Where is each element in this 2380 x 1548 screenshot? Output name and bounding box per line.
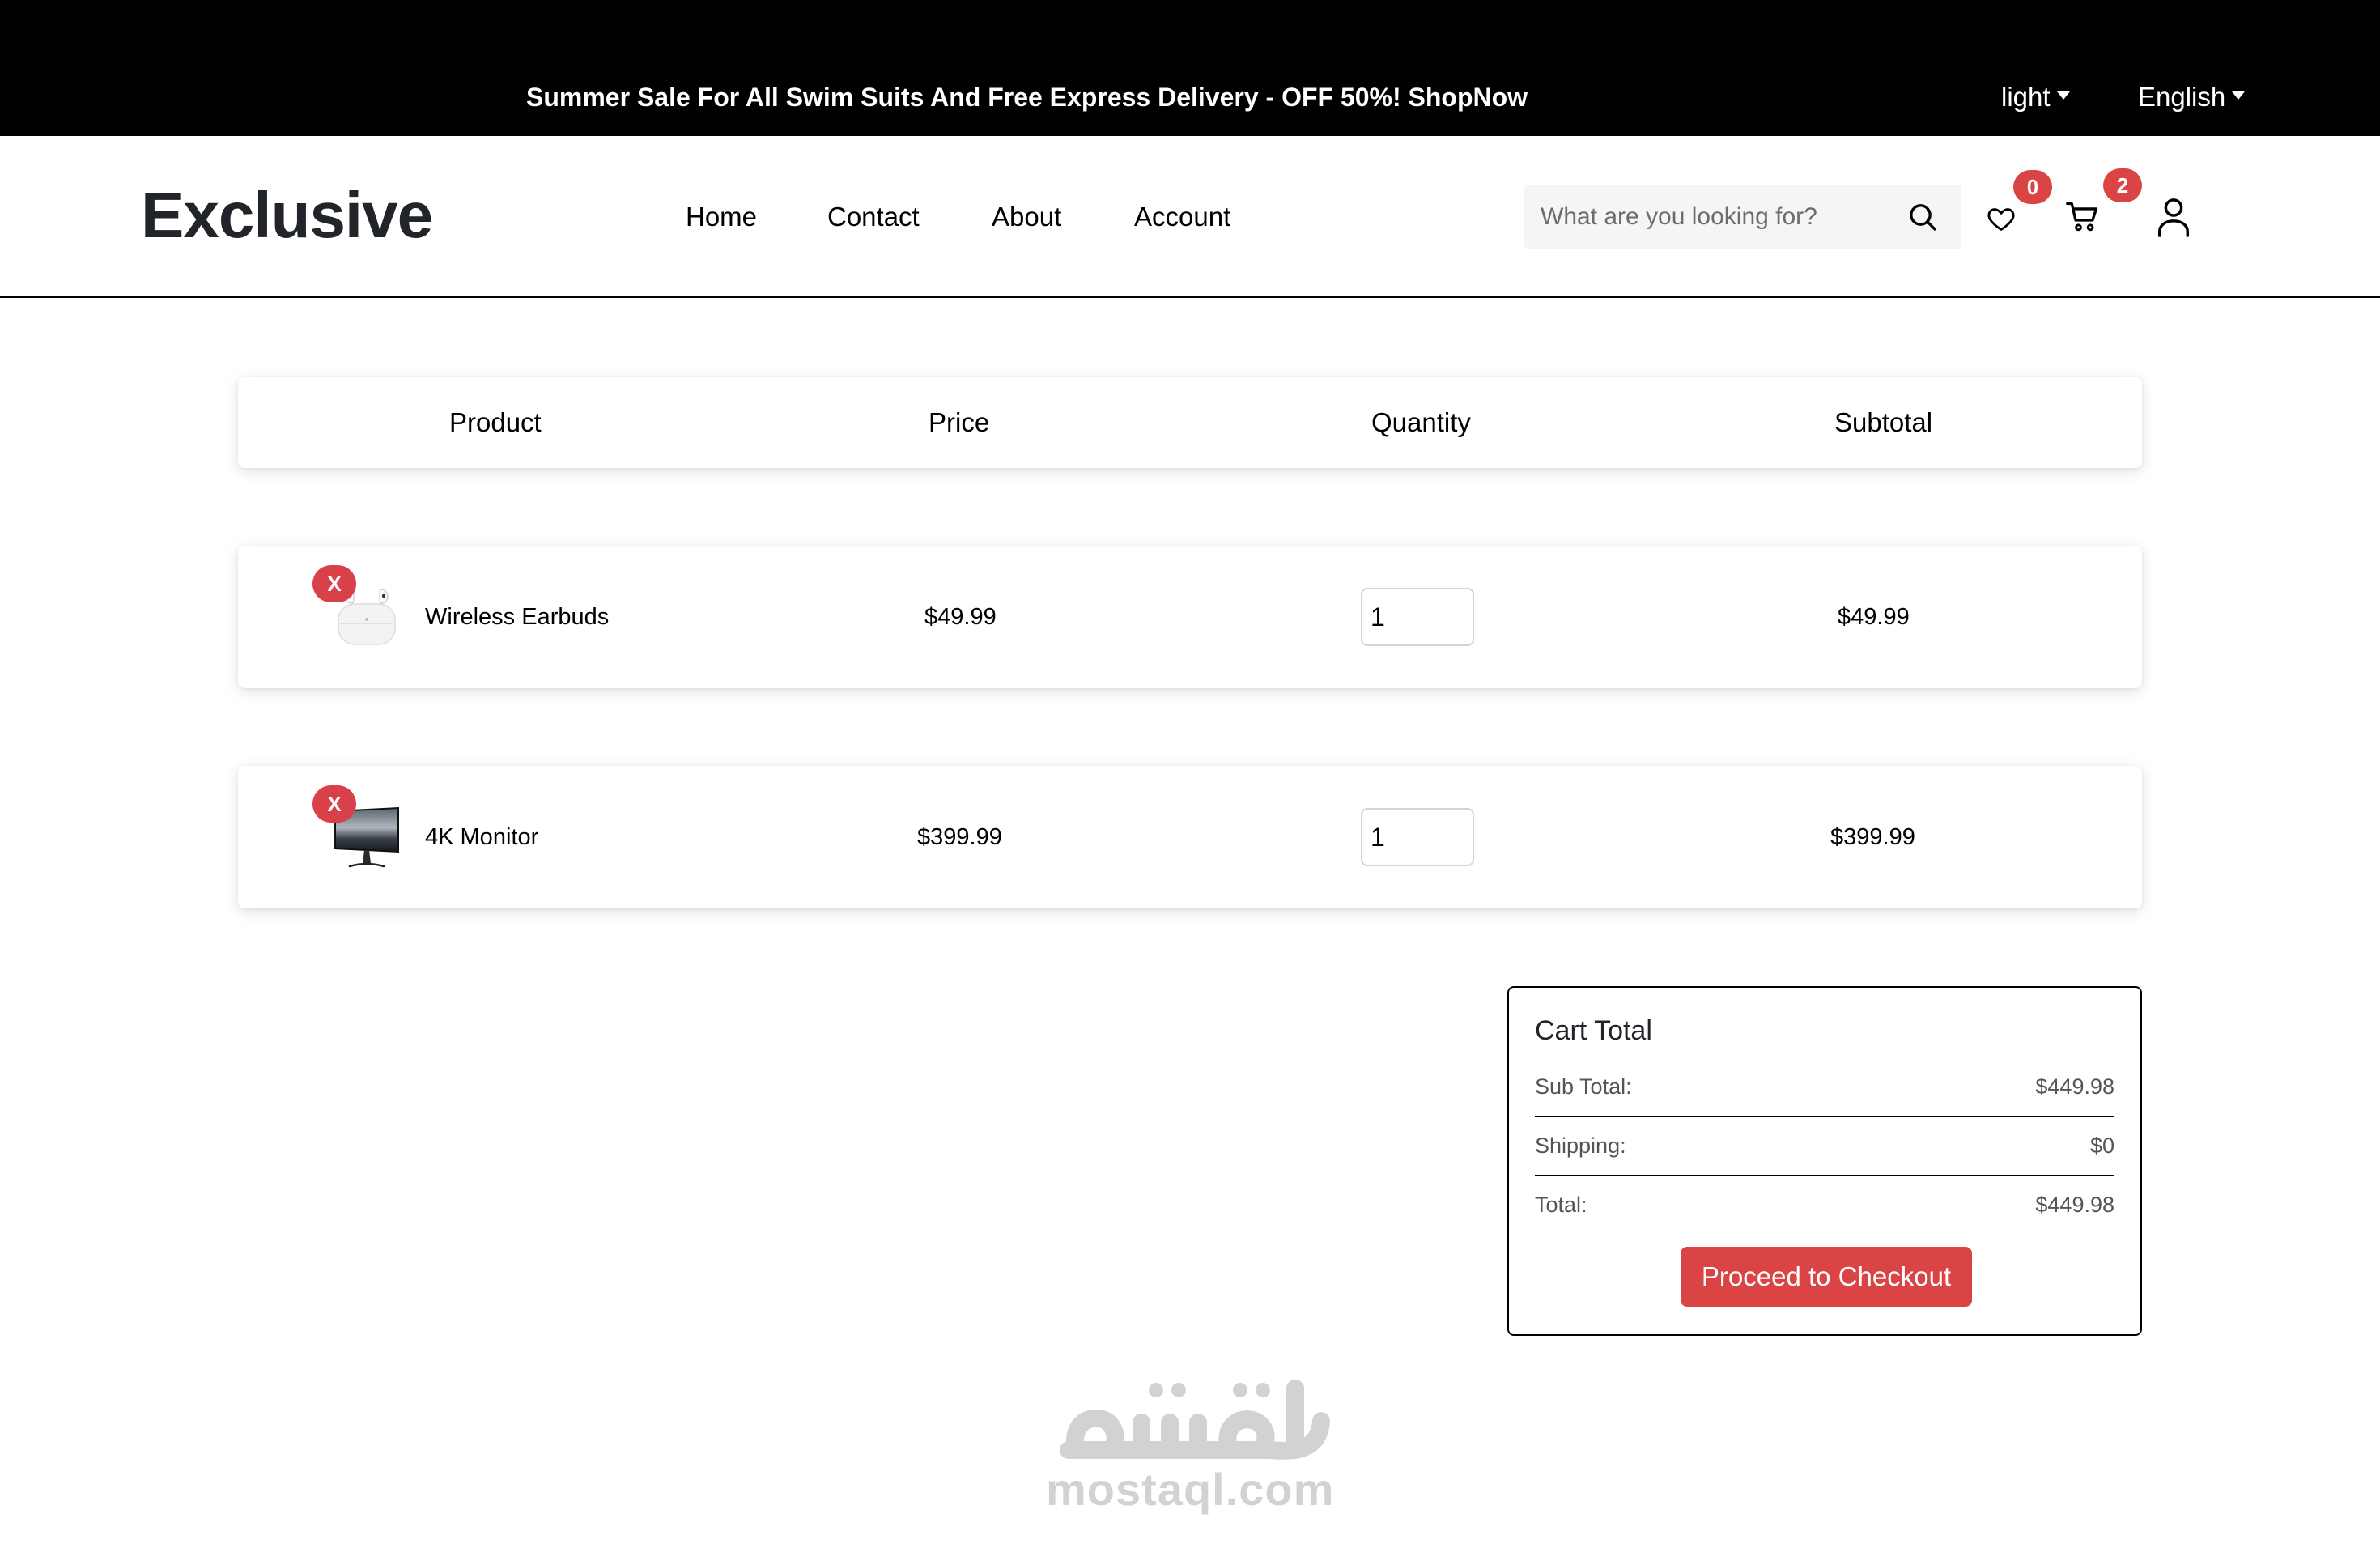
column-quantity: Quantity bbox=[1371, 407, 1471, 437]
divider bbox=[1535, 1175, 2114, 1176]
user-icon bbox=[2157, 198, 2190, 237]
remove-item-button[interactable]: X bbox=[312, 565, 356, 602]
remove-item-button[interactable]: X bbox=[312, 785, 356, 823]
column-product: Product bbox=[449, 407, 542, 437]
subtotal-row: Sub Total: $449.98 bbox=[1535, 1070, 2114, 1103]
total-row: Total: $449.98 bbox=[1535, 1189, 2114, 1221]
column-subtotal: Subtotal bbox=[1834, 407, 1933, 437]
search-box bbox=[1524, 185, 1961, 249]
promo-text[interactable]: Summer Sale For All Swim Suits And Free … bbox=[526, 78, 1528, 117]
cart-button[interactable] bbox=[2059, 193, 2107, 241]
nav-contact[interactable]: Contact bbox=[827, 199, 920, 235]
cart-count-badge: 2 bbox=[2103, 168, 2142, 202]
quantity-input[interactable] bbox=[1361, 808, 1474, 866]
theme-dropdown[interactable]: light bbox=[2001, 78, 2070, 117]
site-header: Exclusive Home Contact About Account 0 2 bbox=[0, 136, 2380, 298]
divider bbox=[1535, 1116, 2114, 1117]
account-button[interactable] bbox=[2149, 193, 2198, 241]
column-price: Price bbox=[929, 407, 990, 437]
announcement-bar: Summer Sale For All Swim Suits And Free … bbox=[0, 0, 2380, 136]
wishlist-button[interactable] bbox=[1977, 194, 2025, 243]
subtotal-value: $449.98 bbox=[2035, 1074, 2114, 1099]
watermark-text: mostaql.com bbox=[1046, 1464, 1335, 1515]
shipping-value: $0 bbox=[2089, 1133, 2114, 1158]
caret-down-icon bbox=[2056, 91, 2070, 100]
cart-icon bbox=[2066, 202, 2098, 232]
product-price: $399.99 bbox=[917, 824, 1002, 850]
product-price: $49.99 bbox=[924, 604, 997, 630]
nav-account[interactable]: Account bbox=[1134, 199, 1230, 235]
product-subtotal: $399.99 bbox=[1830, 824, 1915, 850]
total-label: Total: bbox=[1535, 1193, 1587, 1217]
wishlist-count-badge: 0 bbox=[2013, 170, 2052, 204]
cart-row: X 4K Monitor $399.99 $399.99 bbox=[238, 766, 2142, 908]
cart-total-title: Cart Total bbox=[1535, 1015, 1652, 1046]
product-subtotal: $49.99 bbox=[1838, 604, 1910, 630]
cart-total-panel: Cart Total Sub Total: $449.98 Shipping: … bbox=[1507, 986, 2142, 1336]
watermark-arabic-logo bbox=[1060, 1380, 1330, 1460]
cart-row: X Wireless Earbuds $49.99 $49.99 bbox=[238, 546, 2142, 688]
language-label: English bbox=[2138, 82, 2226, 112]
nav-about[interactable]: About bbox=[992, 199, 1061, 235]
cart-table-header: Product Price Quantity Subtotal bbox=[238, 377, 2142, 468]
heart-icon bbox=[1987, 208, 2015, 231]
watermark-logo: mostaql.com bbox=[1028, 1372, 1352, 1526]
logo[interactable]: Exclusive bbox=[141, 175, 433, 256]
shipping-row: Shipping: $0 bbox=[1535, 1129, 2114, 1162]
theme-label: light bbox=[2001, 82, 2051, 112]
proceed-to-checkout-button[interactable]: Proceed to Checkout bbox=[1681, 1247, 1972, 1307]
search-icon[interactable] bbox=[1906, 201, 1939, 233]
language-dropdown[interactable]: English bbox=[2138, 78, 2246, 117]
nav-home[interactable]: Home bbox=[686, 199, 757, 235]
product-name: 4K Monitor bbox=[425, 824, 539, 850]
total-value: $449.98 bbox=[2035, 1193, 2114, 1217]
quantity-input[interactable] bbox=[1361, 588, 1474, 646]
search-input[interactable] bbox=[1541, 185, 1897, 249]
product-name: Wireless Earbuds bbox=[425, 604, 610, 630]
caret-down-icon bbox=[2232, 91, 2246, 100]
shipping-label: Shipping: bbox=[1535, 1133, 1626, 1158]
subtotal-label: Sub Total: bbox=[1535, 1074, 1632, 1099]
